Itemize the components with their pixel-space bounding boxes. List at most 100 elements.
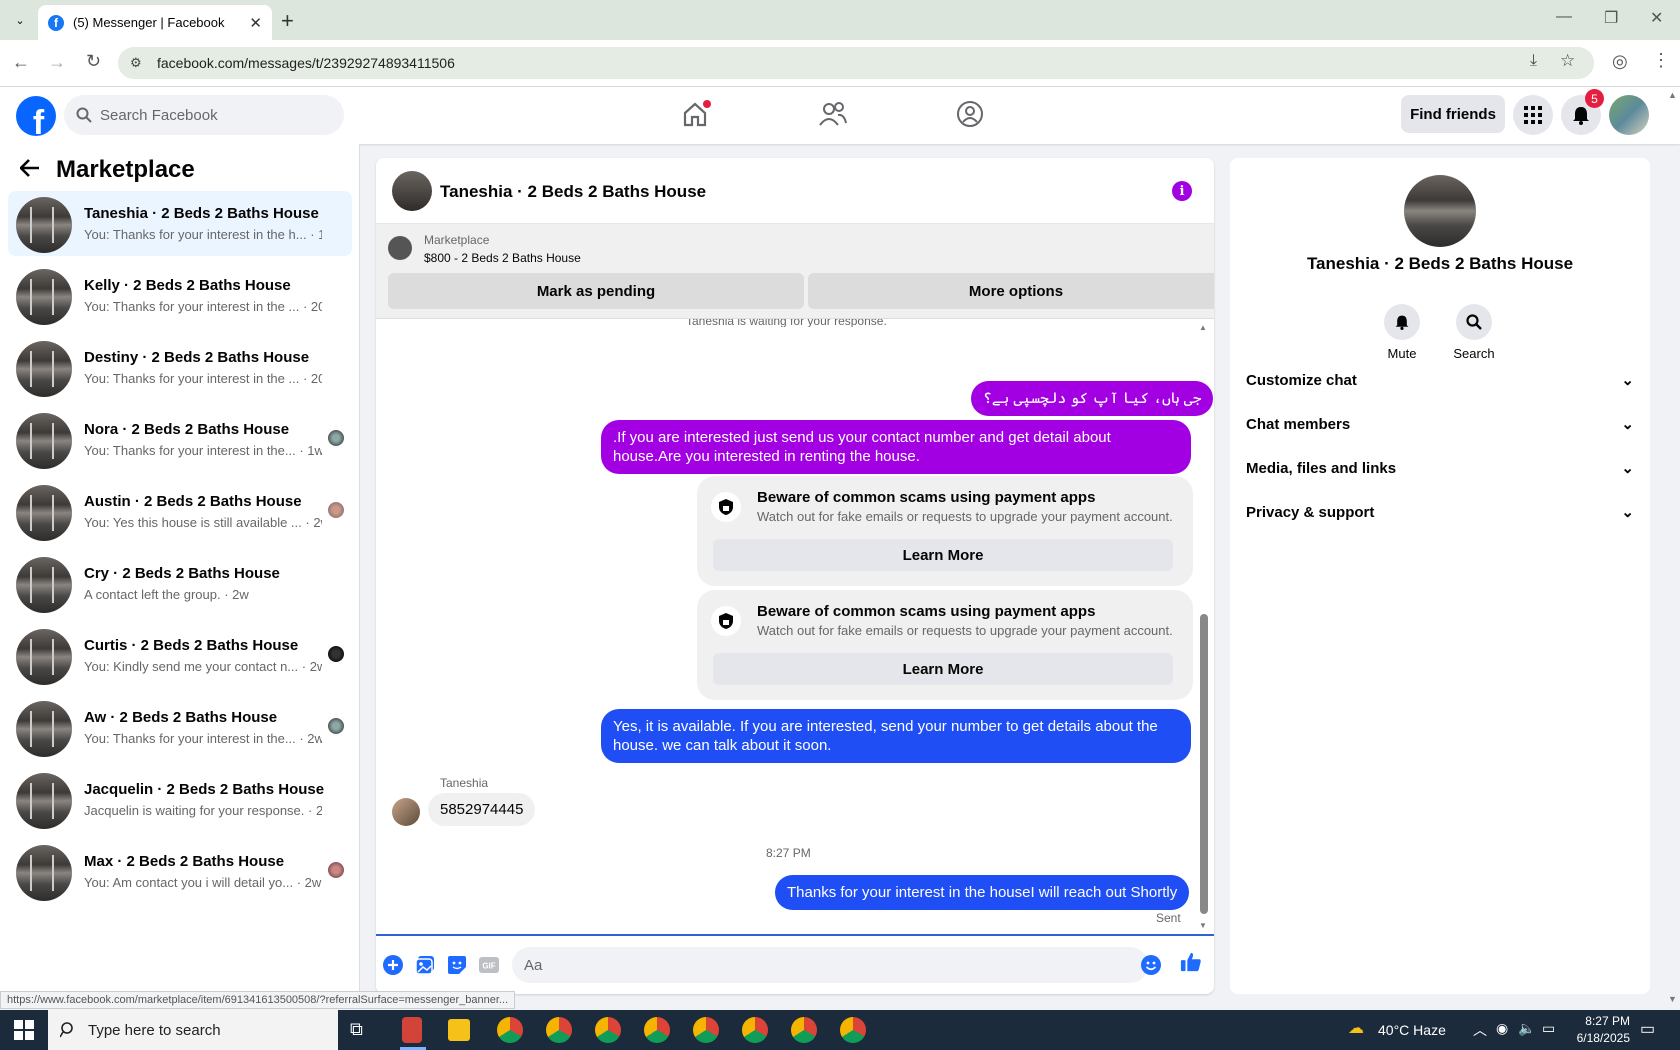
tab-title: (5) Messenger | Facebook	[73, 15, 225, 30]
listing-thumbnail[interactable]	[388, 236, 412, 260]
chrome-app-icon[interactable]	[693, 1017, 719, 1043]
mute-button[interactable]: Mute	[1372, 304, 1432, 361]
facebook-search-input[interactable]: Search Facebook	[64, 95, 344, 135]
notification-center-icon[interactable]: ▭	[1640, 1019, 1655, 1039]
install-app-icon[interactable]: ⤓	[1530, 52, 1537, 70]
chat-avatar[interactable]	[392, 171, 432, 211]
page-scroll-down-icon[interactable]: ▼	[1668, 994, 1677, 1004]
restore-icon[interactable]: ❐	[1604, 8, 1618, 28]
scroll-down-icon[interactable]: ▼	[1199, 921, 1207, 930]
conversation-item[interactable]: Jacquelin · 2 Beds 2 Baths House Jacquel…	[8, 767, 352, 832]
mark-as-pending-button[interactable]: Mark as pending	[388, 273, 804, 309]
plus-icon[interactable]	[382, 954, 404, 976]
sticky-notes-app-icon[interactable]	[448, 1019, 470, 1041]
site-info-icon[interactable]: ⚙	[130, 55, 142, 71]
back-arrow-icon[interactable]	[20, 159, 40, 177]
address-bar[interactable]: ⚙ facebook.com/messages/t/23929274893411…	[118, 47, 1594, 79]
meet-now-icon[interactable]: ◉	[1496, 1020, 1508, 1037]
chat-members-section[interactable]: Chat members ⌄	[1246, 402, 1634, 446]
volume-icon[interactable]: 🔈	[1518, 1020, 1535, 1037]
chrome-app-icon[interactable]	[791, 1017, 817, 1043]
taskbar-search-box[interactable]: Type here to search	[48, 1010, 338, 1050]
conversation-item[interactable]: Austin · 2 Beds 2 Baths House You: Yes t…	[8, 479, 352, 544]
message-input[interactable]: Aa	[512, 947, 1148, 983]
conversation-title: Kelly · 2 Beds 2 Baths House	[84, 277, 291, 294]
taskbar-app-icon[interactable]	[402, 1017, 422, 1043]
minimize-icon[interactable]: —	[1556, 8, 1572, 26]
weather-text[interactable]: 40°C Haze	[1378, 1022, 1446, 1038]
conversation-title: Nora · 2 Beds 2 Baths House	[84, 421, 290, 438]
facebook-logo-icon[interactable]: f	[16, 96, 56, 136]
task-view-icon[interactable]: ⧉	[350, 1019, 363, 1040]
groups-nav-icon[interactable]	[953, 99, 987, 129]
conversation-title: Destiny · 2 Beds 2 Baths House	[84, 349, 310, 366]
listing-thumbnail	[16, 845, 72, 901]
reload-icon[interactable]: ↻	[86, 51, 101, 72]
conversation-item[interactable]: Kelly · 2 Beds 2 Baths House You: Thanks…	[8, 263, 352, 328]
find-friends-button[interactable]: Find friends	[1401, 95, 1505, 133]
search-in-conversation-button[interactable]: Search	[1444, 304, 1504, 361]
like-thumbs-up-icon[interactable]	[1180, 951, 1202, 973]
windows-start-icon[interactable]	[14, 1020, 34, 1040]
contact-avatar[interactable]	[1404, 175, 1476, 247]
sticker-icon[interactable]	[446, 954, 468, 976]
home-notification-dot	[703, 100, 711, 108]
friends-nav-icon[interactable]	[816, 99, 850, 129]
conversation-preview: You: Kindly send me your contact n... · …	[84, 659, 322, 674]
back-icon[interactable]: ←	[12, 52, 30, 73]
chat-details-panel: Taneshia · 2 Beds 2 Baths House Mute Sea…	[1230, 158, 1650, 994]
scroll-up-icon[interactable]: ▲	[1199, 323, 1207, 332]
listing-title[interactable]: $800 - 2 Beds 2 Baths House	[424, 251, 581, 265]
close-tab-icon[interactable]: ✕	[249, 14, 262, 32]
conversation-item[interactable]: Nora · 2 Beds 2 Baths House You: Thanks …	[8, 407, 352, 472]
menu-grid-icon[interactable]	[1513, 95, 1553, 135]
sender-avatar[interactable]	[392, 798, 420, 826]
learn-more-button[interactable]: Learn More	[713, 539, 1173, 571]
chevron-down-icon: ⌄	[1621, 504, 1634, 521]
chrome-app-icon[interactable]	[840, 1017, 866, 1043]
browser-toolbar: ← → ↻ ⚙ facebook.com/messages/t/23929274…	[0, 40, 1680, 87]
taskbar-date[interactable]: 6/18/2025	[1564, 1031, 1630, 1045]
taskbar-time[interactable]: 8:27 PM	[1574, 1014, 1630, 1028]
chrome-app-icon[interactable]	[742, 1017, 768, 1043]
media-files-links-section[interactable]: Media, files and links ⌄	[1246, 446, 1634, 490]
gif-icon[interactable]: GIF	[478, 954, 500, 976]
scam-warning-title: Beware of common scams using payment app…	[757, 603, 1096, 620]
conversation-item[interactable]: Taneshia · 2 Beds 2 Baths House You: Tha…	[8, 191, 352, 256]
tray-chevron-icon[interactable]: ︿	[1473, 1020, 1487, 1040]
chat-title[interactable]: Taneshia · 2 Beds 2 Baths House	[440, 182, 706, 202]
scrollbar-thumb[interactable]	[1200, 614, 1208, 914]
privacy-support-section[interactable]: Privacy & support ⌄	[1246, 490, 1634, 534]
emoji-icon[interactable]	[1140, 954, 1162, 976]
chrome-app-icon[interactable]	[595, 1017, 621, 1043]
photo-icon[interactable]	[414, 954, 436, 976]
message-list[interactable]: Taneshia is waiting for your response. ج…	[376, 319, 1214, 934]
browser-menu-icon[interactable]: ⋮	[1652, 50, 1670, 71]
conversation-item[interactable]: Max · 2 Beds 2 Baths House You: Am conta…	[8, 839, 352, 904]
learn-more-button[interactable]: Learn More	[713, 653, 1173, 685]
message-scrollbar[interactable]: ▲ ▼	[1198, 319, 1210, 934]
close-window-icon[interactable]: ✕	[1650, 8, 1663, 28]
chrome-app-icon[interactable]	[497, 1017, 523, 1043]
chrome-app-icon[interactable]	[546, 1017, 572, 1043]
new-tab-icon[interactable]: +	[281, 8, 294, 34]
read-receipt-avatar	[328, 430, 344, 446]
forward-icon[interactable]: →	[48, 52, 66, 73]
chrome-app-icon[interactable]	[644, 1017, 670, 1043]
conversation-item[interactable]: Destiny · 2 Beds 2 Baths House You: Than…	[8, 335, 352, 400]
conversation-item[interactable]: Aw · 2 Beds 2 Baths House You: Thanks fo…	[8, 695, 352, 760]
conversation-item[interactable]: Cry · 2 Beds 2 Baths House A contact lef…	[8, 551, 352, 616]
browser-tab[interactable]: f (5) Messenger | Facebook ✕	[38, 5, 272, 40]
profile-icon[interactable]: ◎	[1612, 51, 1628, 72]
tab-search-dropdown-icon[interactable]: ⌄	[10, 10, 30, 30]
listing-thumbnail	[16, 341, 72, 397]
customize-chat-section[interactable]: Customize chat ⌄	[1246, 358, 1634, 402]
conversation-item[interactable]: Curtis · 2 Beds 2 Baths House You: Kindl…	[8, 623, 352, 688]
bookmark-star-icon[interactable]: ☆	[1560, 51, 1575, 71]
network-icon[interactable]: ▭	[1542, 1020, 1555, 1037]
page-scroll-up-icon[interactable]: ▲	[1668, 90, 1677, 100]
message-timestamp: 8:27 PM	[766, 846, 811, 860]
more-options-button[interactable]: More options	[808, 273, 1214, 309]
account-avatar[interactable]	[1609, 95, 1649, 135]
info-icon[interactable]: i	[1172, 181, 1192, 201]
